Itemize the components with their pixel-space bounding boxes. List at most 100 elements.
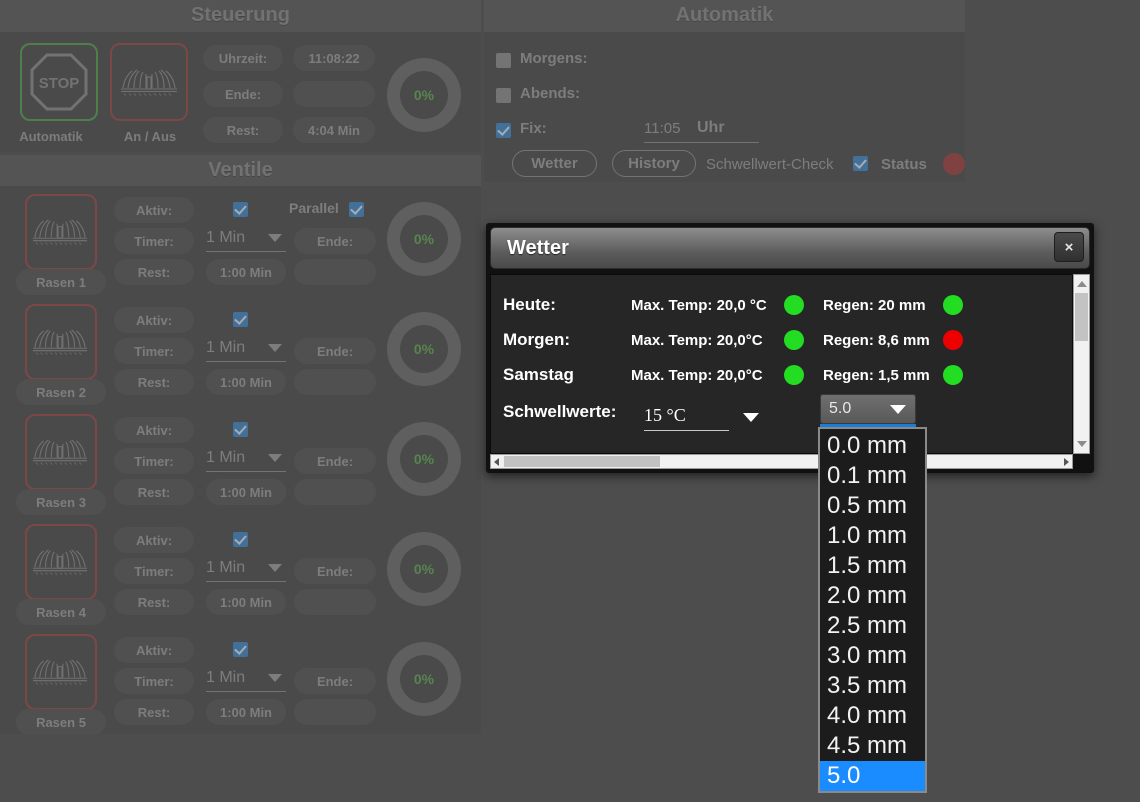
timer-select[interactable]: 1 Min: [206, 666, 286, 692]
panel-header-automatik: Automatik: [484, 0, 965, 32]
fix-checkbox[interactable]: [496, 123, 511, 138]
valve-progress-ring: 0%: [387, 202, 461, 276]
forecast-temp: Max. Temp: 20,0°C: [631, 332, 763, 349]
sprinkler-icon: [31, 658, 91, 686]
parallel-label: Parallel: [289, 200, 339, 216]
sprinkler-icon: [119, 68, 179, 96]
vertical-scrollbar-thumb[interactable]: [1075, 293, 1088, 341]
rest-label: Rest:: [203, 117, 283, 143]
aktiv-checkbox[interactable]: [233, 422, 248, 437]
scroll-left-icon[interactable]: [494, 458, 499, 466]
scroll-up-icon[interactable]: [1077, 281, 1087, 287]
chevron-down-icon[interactable]: [743, 413, 759, 422]
timer-select[interactable]: 1 Min: [206, 556, 286, 582]
status-label: Status: [881, 156, 927, 173]
svg-text:STOP: STOP: [39, 75, 80, 92]
valve-icon-button[interactable]: [25, 304, 97, 380]
timer-label: Timer:: [114, 558, 194, 584]
temp-status-dot: [784, 295, 804, 315]
rain-threshold-option[interactable]: 4.5 mm: [820, 731, 925, 761]
aktiv-checkbox[interactable]: [233, 532, 248, 547]
stop-sign-icon: STOP: [30, 53, 88, 111]
temp-threshold-select[interactable]: 15 °C: [644, 401, 729, 431]
onoff-button[interactable]: [110, 43, 188, 121]
valve-progress-value: 0%: [400, 215, 448, 263]
wetter-dialog-title: Wetter: [507, 236, 569, 259]
rest-label: Rest:: [114, 699, 194, 725]
forecast-day: Morgen:: [503, 330, 571, 349]
scroll-right-icon[interactable]: [1064, 458, 1069, 466]
timer-value: 1 Min: [206, 668, 246, 686]
forecast-temp: Max. Temp: 20,0°C: [631, 367, 763, 384]
timer-label: Timer:: [114, 448, 194, 474]
rain-threshold-option[interactable]: 5.0: [820, 761, 925, 791]
rain-threshold-option[interactable]: 2.5 mm: [820, 611, 925, 641]
chevron-down-icon[interactable]: [890, 404, 906, 414]
steuerung-progress-value: 0%: [400, 71, 448, 119]
aktiv-checkbox[interactable]: [233, 202, 248, 217]
rest-value: 1:00 Min: [206, 369, 286, 395]
sprinkler-icon: [31, 438, 91, 466]
valve-ende-label: Ende:: [294, 668, 376, 694]
valve-icon-button[interactable]: [25, 524, 97, 600]
forecast-row: Samstag Max. Temp: 20,0°C Regen: 1,5 mm: [503, 365, 1063, 395]
valve-icon-button[interactable]: [25, 194, 97, 270]
close-icon[interactable]: ×: [1054, 232, 1084, 262]
aktiv-label: Aktiv:: [114, 417, 194, 443]
rain-threshold-option-list[interactable]: 0.0 mm 0.1 mm 0.5 mm 1.0 mm 1.5 mm 2.0 mm 2.5 …: [818, 427, 927, 793]
aktiv-checkbox[interactable]: [233, 642, 248, 657]
valve-progress-value: 0%: [400, 325, 448, 373]
aktiv-label: Aktiv:: [114, 307, 194, 333]
timer-select[interactable]: 1 Min: [206, 446, 286, 472]
horizontal-scrollbar[interactable]: [490, 454, 1073, 469]
valve-icon-button[interactable]: [25, 634, 97, 710]
valve-progress-ring: 0%: [387, 312, 461, 386]
timer-value: 1 Min: [206, 448, 246, 466]
timer-select[interactable]: 1 Min: [206, 336, 286, 362]
rain-threshold-option[interactable]: 3.5 mm: [820, 671, 925, 701]
rain-threshold-option[interactable]: 1.5 mm: [820, 551, 925, 581]
rain-threshold-option[interactable]: 0.5 mm: [820, 491, 925, 521]
rain-status-dot: [943, 330, 963, 350]
ende-value: [293, 81, 375, 107]
rest-value: 1:00 Min: [206, 589, 286, 615]
forecast-day: Heute:: [503, 295, 556, 314]
valve-icon-button[interactable]: [25, 414, 97, 490]
automatik-button[interactable]: STOP: [20, 43, 98, 121]
morgens-checkbox[interactable]: [496, 53, 511, 68]
rain-threshold-option[interactable]: 2.0 mm: [820, 581, 925, 611]
scroll-down-icon[interactable]: [1077, 441, 1087, 447]
rain-threshold-option[interactable]: 0.1 mm: [820, 461, 925, 491]
rest-label: Rest:: [114, 369, 194, 395]
abends-checkbox[interactable]: [496, 88, 511, 103]
rain-status-dot: [943, 365, 963, 385]
rain-threshold-option[interactable]: 0.0 mm: [820, 431, 925, 461]
rain-threshold-option[interactable]: 4.0 mm: [820, 701, 925, 731]
schwellwert-check-checkbox[interactable]: [853, 156, 868, 171]
forecast-rain: Regen: 1,5 mm: [823, 367, 930, 384]
timer-select[interactable]: 1 Min: [206, 226, 286, 252]
valve-ende-value: [294, 259, 376, 285]
rain-status-dot: [943, 295, 963, 315]
timer-value: 1 Min: [206, 338, 246, 356]
aktiv-checkbox[interactable]: [233, 312, 248, 327]
horizontal-scrollbar-thumb[interactable]: [504, 456, 660, 467]
rain-threshold-option[interactable]: 3.0 mm: [820, 641, 925, 671]
rest-value: 1:00 Min: [206, 699, 286, 725]
rain-threshold-option[interactable]: 1.0 mm: [820, 521, 925, 551]
valve-progress-value: 0%: [400, 435, 448, 483]
wetter-button[interactable]: Wetter: [512, 150, 597, 177]
valve-name: Rasen 5: [16, 709, 106, 735]
history-button[interactable]: History: [612, 150, 696, 177]
valve-name: Rasen 3: [16, 489, 106, 515]
panel-steuerung: STOP Automatik An / Aus Uhrzeit: 11:08:2…: [0, 32, 481, 152]
wetter-dialog-content: Heute: Max. Temp: 20,0 °C Regen: 20 mm Morg…: [490, 274, 1073, 454]
timer-value: 1 Min: [206, 558, 246, 576]
wetter-dialog-titlebar[interactable]: Wetter ×: [490, 227, 1090, 269]
valve-ende-value: [294, 479, 376, 505]
rest-value: 4:04 Min: [293, 117, 375, 143]
vertical-scrollbar[interactable]: [1073, 274, 1090, 454]
fix-unit-label: Uhr: [697, 119, 725, 136]
parallel-checkbox[interactable]: [349, 202, 364, 217]
rain-threshold-select[interactable]: 5.0: [820, 394, 916, 424]
